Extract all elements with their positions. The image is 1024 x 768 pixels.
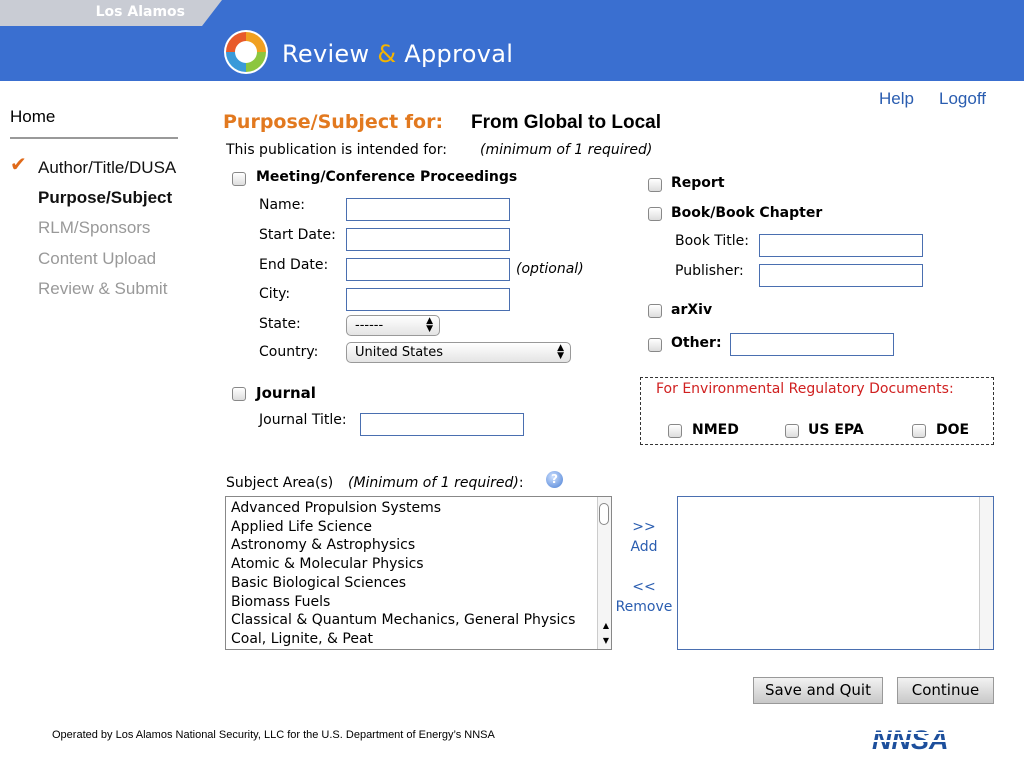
selected-subjects-list[interactable]: [677, 496, 994, 650]
help-link[interactable]: Help: [879, 89, 914, 109]
state-select[interactable]: ------ ▲ ▼: [346, 315, 440, 336]
subject-list-scrollbar[interactable]: ▲ ▼: [597, 497, 611, 649]
start-date-input[interactable]: [346, 228, 510, 251]
doe-checkbox[interactable]: [912, 424, 926, 438]
footer-text: Operated by Los Alamos National Security…: [52, 729, 495, 741]
remove-button[interactable]: << Remove: [612, 577, 676, 617]
list-item[interactable]: Astronomy & Astrophysics: [226, 536, 611, 555]
nav-item-author-title-dusa[interactable]: Author/Title/DUSA: [38, 158, 176, 178]
other-input[interactable]: [730, 333, 894, 356]
other-checkbox[interactable]: [648, 338, 662, 352]
nav-item-content-upload: Content Upload: [38, 249, 157, 268]
list-item[interactable]: Applied Life Science: [226, 518, 611, 537]
journal-label: Journal: [256, 384, 316, 402]
meeting-checkbox[interactable]: [232, 172, 246, 186]
optional-note: (optional): [516, 261, 584, 277]
journal-checkbox[interactable]: [232, 387, 246, 401]
selected-list-scrollbar[interactable]: [979, 497, 993, 649]
arxiv-label: arXiv: [671, 302, 713, 318]
book-checkbox[interactable]: [648, 207, 662, 221]
list-item[interactable]: Basic Biological Sciences: [226, 574, 611, 593]
usepa-label: US EPA: [808, 422, 864, 438]
env-title: For Environmental Regulatory Documents:: [656, 381, 954, 397]
svg-text:NNSA: NNSA: [872, 725, 949, 754]
select-arrows-icon: ▲ ▼: [557, 343, 564, 361]
help-icon[interactable]: ?: [546, 471, 563, 488]
subject-area-note: (Minimum of 1 required):: [348, 475, 524, 491]
review-approval-logo-icon: [224, 30, 268, 74]
other-label: Other:: [671, 335, 722, 351]
subject-area-label: Subject Area(s): [226, 475, 334, 491]
city-input[interactable]: [346, 288, 510, 311]
list-item[interactable]: Advanced Propulsion Systems: [226, 499, 611, 518]
end-date-label: End Date:: [259, 257, 329, 273]
scroll-up-icon[interactable]: ▲: [603, 621, 609, 630]
nav-divider: [10, 137, 178, 139]
usepa-checkbox[interactable]: [785, 424, 799, 438]
nav-item-review-submit: Review & Submit: [38, 279, 168, 298]
logoff-link[interactable]: Logoff: [939, 89, 986, 109]
checkmark-icon: ✔: [10, 152, 27, 176]
add-button[interactable]: >> Add: [614, 517, 674, 557]
page-heading: Purpose/Subject for:: [223, 111, 444, 133]
report-checkbox[interactable]: [648, 178, 662, 192]
continue-button[interactable]: Continue: [897, 677, 994, 704]
app-title: Review & Approval: [282, 40, 514, 68]
subject-area-list[interactable]: Advanced Propulsion Systems Applied Life…: [225, 496, 612, 650]
arxiv-checkbox[interactable]: [648, 304, 662, 318]
end-date-input[interactable]: [346, 258, 510, 281]
state-label: State:: [259, 316, 301, 332]
scroll-thumb[interactable]: [599, 503, 609, 525]
save-and-quit-button[interactable]: Save and Quit: [753, 677, 883, 704]
journal-title-label: Journal Title:: [259, 412, 347, 428]
book-label: Book/Book Chapter: [671, 205, 823, 221]
nav-item-purpose-subject[interactable]: Purpose/Subject: [38, 188, 172, 208]
nmed-checkbox[interactable]: [668, 424, 682, 438]
nmed-label: NMED: [692, 422, 739, 438]
scroll-down-icon[interactable]: ▼: [603, 636, 609, 645]
list-item[interactable]: Biomass Fuels: [226, 593, 611, 612]
book-title-input[interactable]: [759, 234, 923, 257]
city-label: City:: [259, 286, 291, 302]
intended-note: (minimum of 1 required): [480, 142, 653, 158]
org-name: Los Alamos: [95, 4, 185, 20]
select-arrows-icon: ▲ ▼: [426, 316, 433, 334]
list-item[interactable]: Classical & Quantum Mechanics, General P…: [226, 611, 611, 630]
country-select[interactable]: United States ▲ ▼: [346, 342, 571, 363]
list-item[interactable]: Atomic & Molecular Physics: [226, 555, 611, 574]
nav-home[interactable]: Home: [10, 107, 55, 127]
intended-text: This publication is intended for:: [226, 142, 447, 158]
list-item[interactable]: Coal, Lignite, & Peat: [226, 630, 611, 649]
doe-label: DOE: [936, 422, 970, 438]
publisher-input[interactable]: [759, 264, 923, 287]
publication-title: From Global to Local: [471, 112, 662, 133]
meeting-label: Meeting/Conference Proceedings: [256, 169, 518, 185]
start-date-label: Start Date:: [259, 227, 336, 243]
name-label: Name:: [259, 197, 306, 213]
nnsa-logo-icon: NNSA: [872, 725, 970, 754]
publisher-label: Publisher:: [675, 263, 744, 279]
meeting-name-input[interactable]: [346, 198, 510, 221]
country-label: Country:: [259, 344, 319, 360]
report-label: Report: [671, 175, 725, 191]
journal-title-input[interactable]: [360, 413, 524, 436]
nav-item-rlm-sponsors: RLM/Sponsors: [38, 218, 151, 237]
book-title-label: Book Title:: [675, 233, 750, 249]
